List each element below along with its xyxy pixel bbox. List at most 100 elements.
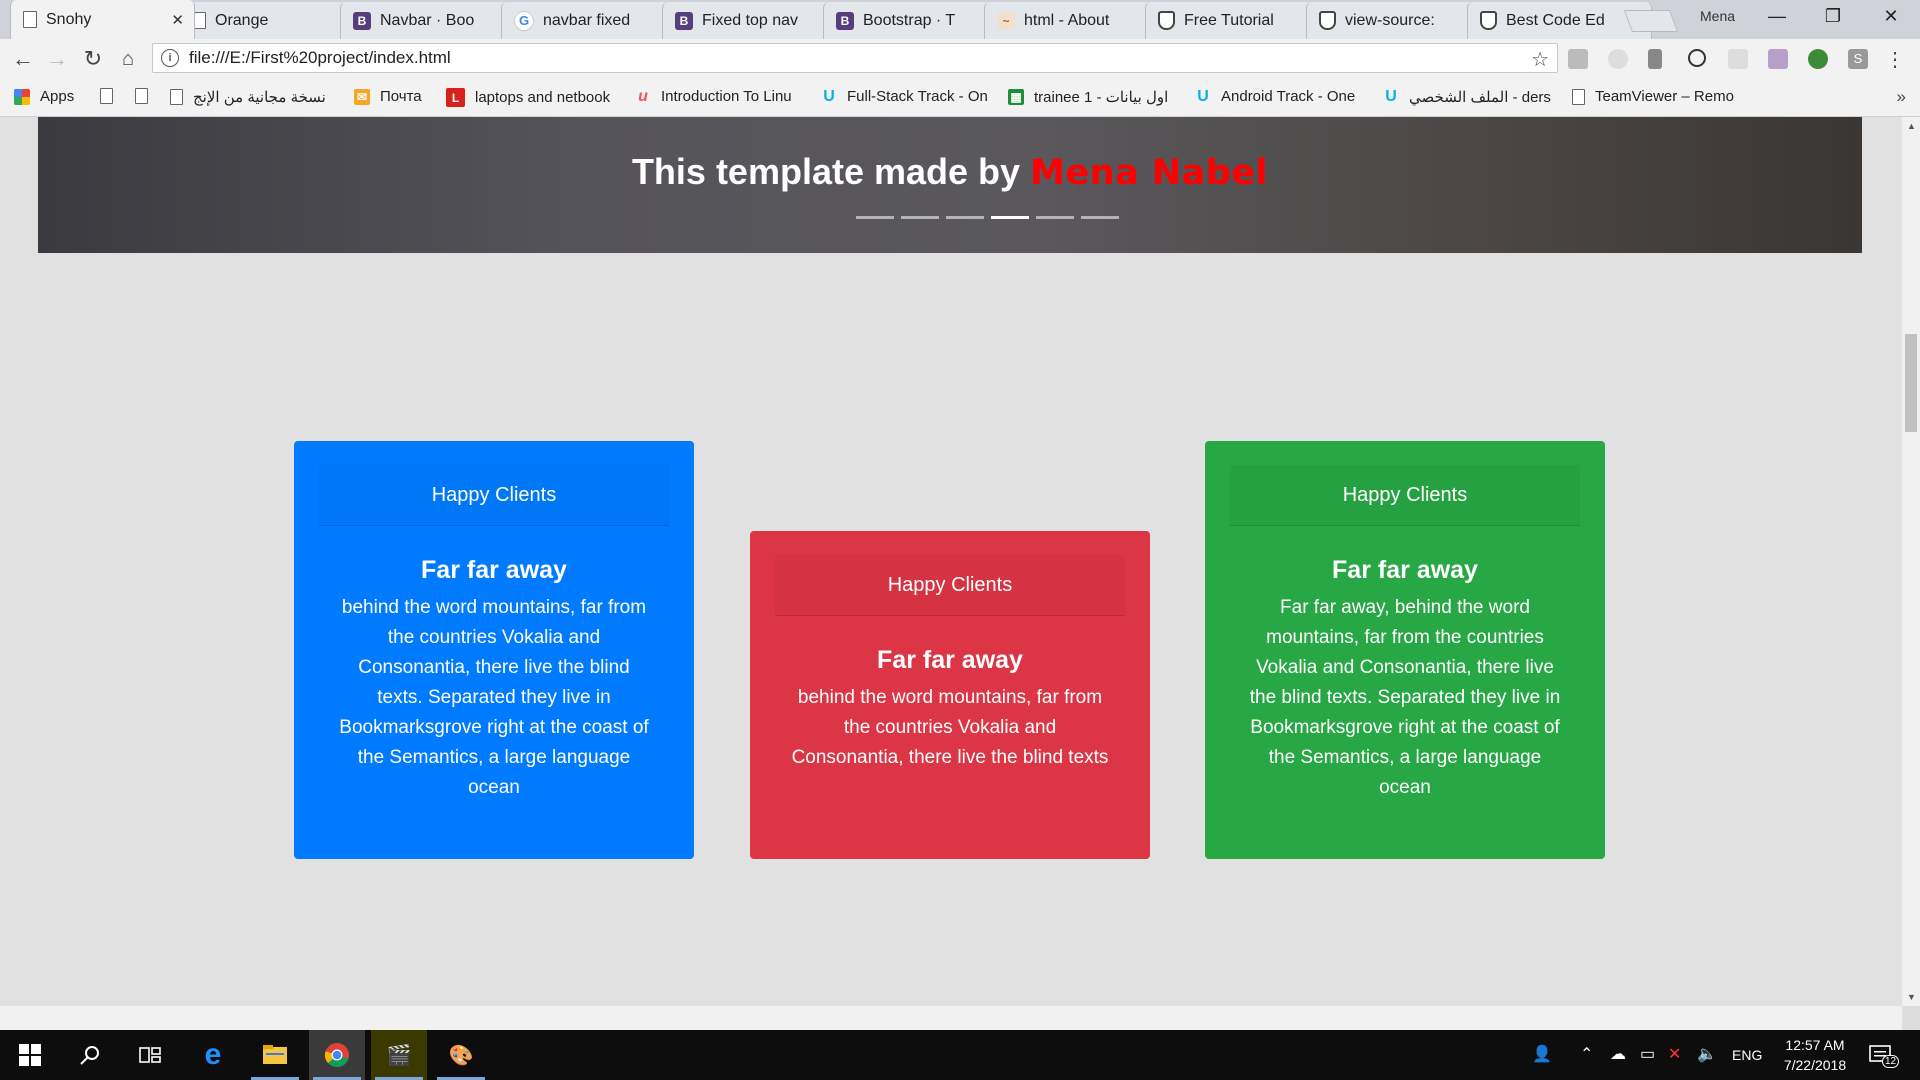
maximize-button[interactable]: ❐ (1804, 0, 1862, 32)
info-icon[interactable]: i (161, 49, 179, 67)
network-icon[interactable]: ✕ (1668, 1044, 1681, 1064)
profile-name[interactable]: Mena (1700, 8, 1735, 24)
google-icon: G (514, 10, 534, 31)
page-icon (23, 11, 37, 28)
bookmark-android-track[interactable]: U Android Track - One (1195, 87, 1355, 106)
new-tab-button[interactable] (1623, 10, 1679, 32)
bookmark-star-icon[interactable]: ☆ (1531, 47, 1549, 72)
notifications-button[interactable]: 12 (1868, 1042, 1900, 1068)
scrollbar-thumb[interactable] (1905, 334, 1917, 432)
chrome-button[interactable] (309, 1030, 365, 1080)
clock[interactable]: 12:57 AM 7/22/2018 (1768, 1035, 1862, 1075)
card-title: Far far away (877, 646, 1023, 674)
tab-fixed-top-nav[interactable]: B Fixed top nav ✕ (662, 2, 847, 39)
bookmark-intro-linux[interactable]: u Introduction To Linu (635, 87, 792, 106)
bookmark-label: Почта (380, 88, 422, 105)
battery-icon[interactable]: ▭ (1640, 1044, 1655, 1064)
bootstrap-icon: B (836, 11, 854, 30)
pdf-extension-icon[interactable] (1568, 49, 1588, 69)
s-extension-icon[interactable]: S (1848, 49, 1868, 69)
bookmark-label: Full-Stack Track - On (847, 88, 988, 105)
speed-extension-icon[interactable] (1688, 49, 1706, 67)
task-view-button[interactable] (122, 1030, 178, 1080)
close-icon[interactable]: ✕ (171, 11, 184, 29)
card-happy-clients-red: Happy Clients Far far away behind the wo… (750, 531, 1150, 859)
media-app-button[interactable]: 🎬 (371, 1030, 427, 1080)
card-header: Happy Clients (1230, 465, 1580, 526)
page-icon (135, 88, 148, 104)
carousel-indicator[interactable] (856, 216, 894, 219)
chevron-up-icon[interactable]: ⌃ (1580, 1044, 1593, 1064)
tab-label: Orange (215, 11, 269, 29)
carousel-indicator[interactable] (946, 216, 984, 219)
reload-button[interactable]: ↻ (78, 44, 108, 74)
udacity-red-icon: u (638, 87, 648, 105)
language-indicator[interactable]: ENG (1732, 1047, 1762, 1063)
bootstrap-icon: B (353, 11, 371, 30)
forward-button[interactable]: → (42, 44, 72, 74)
bookmark-extension-icon[interactable] (1648, 49, 1662, 69)
onedrive-icon[interactable]: ☁ (1610, 1044, 1626, 1064)
bookmark-laptops[interactable]: L laptops and netbook (446, 88, 610, 107)
edge-icon: e (204, 1038, 222, 1071)
bookmark-label: Apps (40, 88, 75, 105)
forward-arrow-icon: → (46, 46, 68, 71)
vertical-scrollbar[interactable]: ▲ ▼ (1902, 117, 1920, 1006)
page-icon (100, 88, 113, 104)
tab-view-source[interactable]: view-source: ✕ (1306, 2, 1491, 39)
tab-html-about[interactable]: ~ html - About ✕ (984, 2, 1169, 39)
bookmark-pochta[interactable]: ✉ Почта (354, 88, 422, 105)
minimize-button[interactable]: — (1748, 0, 1806, 32)
bookmark-trainee[interactable]: ▦ trainee 1 - اول بيانات (1008, 88, 1168, 106)
bookmark-label: Introduction To Linu (661, 88, 792, 105)
card-text: Far far away, behind the word mountains,… (1249, 597, 1561, 798)
search-button[interactable] (62, 1030, 118, 1080)
bookmark-teamviewer[interactable]: TeamViewer – Remo (1572, 88, 1734, 105)
bookmarks-overflow-button[interactable]: » (1897, 87, 1906, 107)
tab-navbar-bootstrap[interactable]: B Navbar · Boo ✕ (340, 2, 525, 39)
tab-bootstrap[interactable]: B Bootstrap · T ✕ (823, 2, 1008, 39)
tab-orange[interactable]: Orange ✕ (179, 2, 364, 39)
bookmark-label: trainee 1 - اول بيانات (1034, 89, 1169, 106)
extension-icon[interactable] (1608, 49, 1628, 69)
scroll-down-arrow-icon[interactable]: ▼ (1907, 992, 1916, 1002)
horizontal-scrollbar[interactable] (0, 1006, 1902, 1030)
udacity-icon: U (1197, 87, 1209, 105)
tab-snohy[interactable]: Snohy ✕ (10, 0, 195, 39)
address-bar[interactable]: i file:///E:/First%20project/index.html … (152, 43, 1558, 73)
bookmark-apps[interactable]: Apps (14, 88, 74, 105)
caption-author: Mena Nabel (1030, 153, 1269, 193)
bookmark-blank-2[interactable] (135, 88, 158, 104)
shield-icon (1319, 11, 1336, 30)
volume-icon[interactable]: 🔈 (1697, 1044, 1717, 1064)
globe-extension-icon[interactable] (1808, 49, 1828, 69)
people-icon[interactable]: 👤 (1532, 1044, 1552, 1064)
tab-best-code-editor[interactable]: Best Code Ed ✕ (1467, 2, 1652, 39)
file-explorer-button[interactable] (247, 1030, 303, 1080)
edge-button[interactable]: e (185, 1030, 241, 1080)
bookmark-fullstack[interactable]: U Full-Stack Track - On (821, 88, 988, 106)
url-text[interactable]: file:///E:/First%20project/index.html (189, 48, 451, 68)
carousel-indicator[interactable] (991, 216, 1029, 219)
paint-app-button[interactable]: 🎨 (433, 1030, 489, 1080)
tab-free-tutorial[interactable]: Free Tutorial ✕ (1145, 2, 1330, 39)
start-button[interactable] (2, 1030, 58, 1080)
pdf-tool-extension-icon[interactable] (1768, 49, 1788, 69)
menu-button[interactable]: ⋮ (1880, 44, 1910, 74)
bookmark-label: نسخة مجانية من الإنج (193, 89, 326, 106)
home-button[interactable]: ⌂ (113, 44, 143, 74)
tab-navbar-fixed[interactable]: G navbar fixed ✕ (501, 2, 686, 39)
back-button[interactable]: ← (8, 44, 38, 74)
tab-label: Navbar · Boo (380, 11, 475, 29)
close-window-button[interactable]: ✕ (1862, 0, 1920, 32)
carousel-indicator[interactable] (901, 216, 939, 219)
scroll-up-arrow-icon[interactable]: ▲ (1907, 121, 1916, 131)
carousel-indicator[interactable] (1081, 216, 1119, 219)
shield-icon (1158, 11, 1175, 30)
carousel-indicator[interactable] (1036, 216, 1074, 219)
bookmark-profile[interactable]: U الملف الشخصي - ders (1383, 88, 1551, 106)
bookmark-blank-1[interactable] (100, 88, 123, 104)
carousel-caption: This template made by Mena Nabel (38, 151, 1862, 193)
bookmark-arabic-copy[interactable]: نسخة مجانية من الإنج (170, 88, 326, 106)
settings-extension-icon[interactable] (1728, 49, 1748, 69)
